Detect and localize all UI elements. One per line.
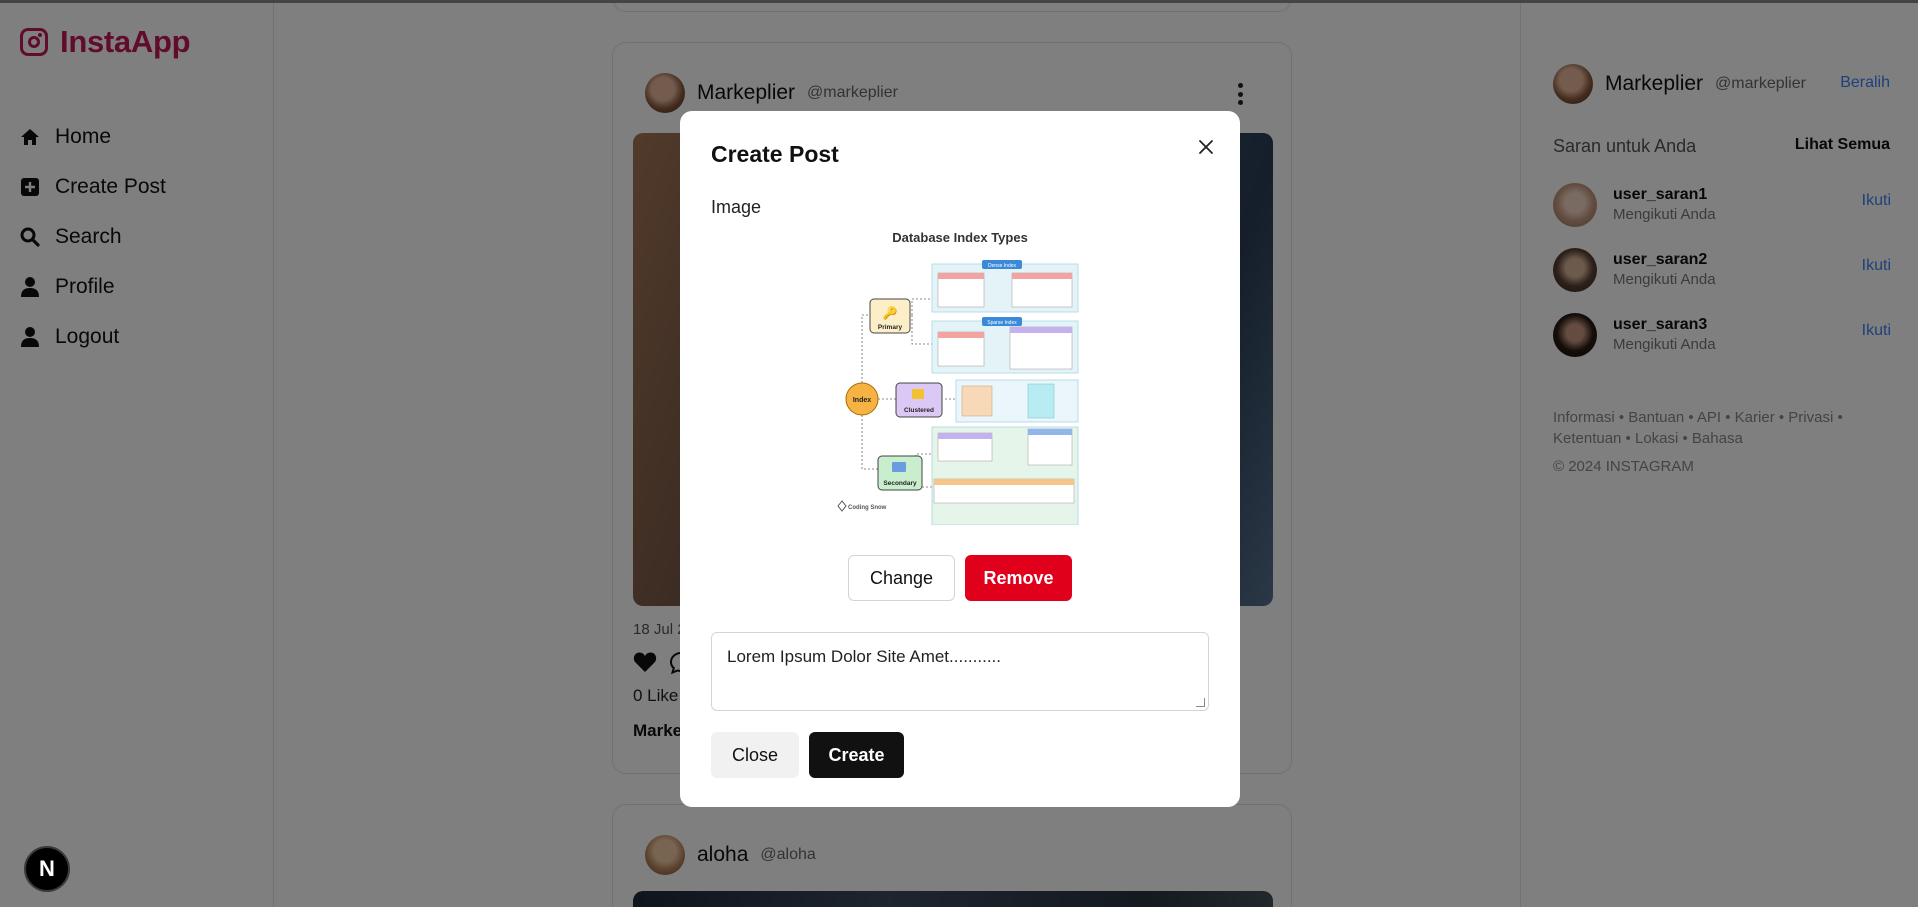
close-icon[interactable]	[1192, 133, 1220, 161]
preview-label-primary: Primary	[878, 324, 903, 331]
create-button[interactable]: Create	[809, 732, 904, 778]
modal-title: Create Post	[711, 141, 839, 167]
image-preview: Database Index Types Index 🔑 Primary Clu…	[832, 229, 1088, 526]
preview-label-dense-index: Dense Index	[988, 263, 1017, 269]
dev-tools-badge[interactable]: N	[24, 846, 70, 892]
caption-text: Lorem Ipsum Dolor Site Amet...........	[727, 647, 1001, 666]
resize-handle-icon[interactable]	[1196, 698, 1205, 707]
preview-label-clustered: Clustered	[904, 407, 934, 414]
preview-label-secondary: Secondary	[883, 480, 917, 487]
close-button[interactable]: Close	[711, 732, 799, 778]
svg-text:🔑: 🔑	[883, 305, 898, 320]
top-border	[0, 0, 1918, 3]
create-post-modal: Create Post Image Database Index Types I…	[680, 111, 1240, 807]
image-actions: Change Remove	[848, 555, 1072, 601]
image-label: Image	[711, 197, 762, 217]
preview-label-index: Index	[853, 397, 871, 404]
preview-watermark: Coding Snow	[848, 505, 887, 511]
preview-title: Database Index Types	[892, 230, 1028, 245]
caption-textarea[interactable]: Lorem Ipsum Dolor Site Amet...........	[711, 632, 1209, 711]
preview-label-sparse-index: Sparse Index	[987, 320, 1017, 326]
remove-image-button[interactable]: Remove	[965, 555, 1072, 601]
change-image-button[interactable]: Change	[848, 555, 955, 601]
